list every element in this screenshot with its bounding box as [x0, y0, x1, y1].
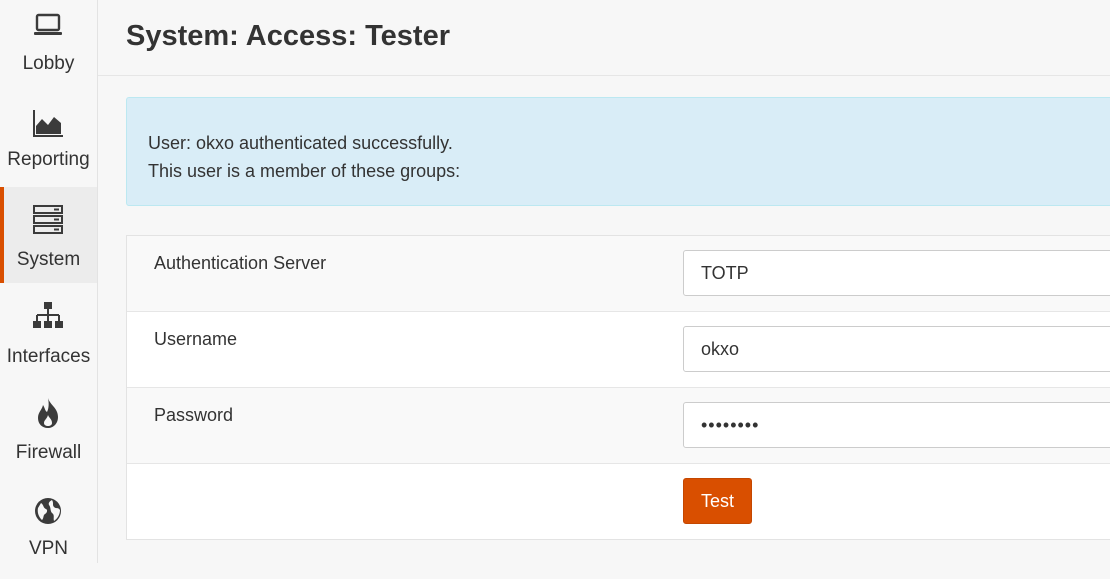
sidebar-item-firewall[interactable]: Firewall	[0, 386, 97, 482]
password-field[interactable]: ••••••••	[683, 402, 1110, 448]
form-row-server: Authentication Server TOTP	[127, 236, 1110, 312]
sidebar-item-lobby[interactable]: Lobby	[0, 0, 97, 96]
username-field[interactable]: okxo	[683, 326, 1110, 372]
success-alert: User: okxo authenticated successfully. T…	[126, 97, 1110, 206]
page-title: System: Access: Tester	[126, 20, 450, 52]
alert-groups-message: This user is a member of these groups:	[148, 161, 461, 181]
form-row-username: Username okxo	[127, 312, 1110, 388]
form-row-password: Password ••••••••	[127, 388, 1110, 464]
form-row-actions: Test	[127, 464, 1110, 540]
server-label: Authentication Server	[154, 253, 327, 273]
sidebar-item-label: VPN	[28, 538, 69, 559]
sidebar-item-interfaces[interactable]: Interfaces	[0, 290, 97, 386]
sidebar-item-label: Reporting	[7, 149, 90, 170]
tester-form: Authentication Server TOTP Username okxo…	[126, 235, 1110, 540]
username-label: Username	[154, 329, 238, 349]
sidebar-item-vpn[interactable]: VPN	[0, 483, 97, 579]
server-icon	[30, 203, 66, 239]
area-chart-icon	[30, 106, 66, 142]
sitemap-icon	[30, 300, 66, 336]
globe-icon	[30, 493, 66, 529]
sidebar-item-label: System	[16, 249, 81, 270]
server-select[interactable]: TOTP	[683, 250, 1110, 296]
test-button[interactable]: Test	[683, 478, 752, 524]
alert-message: User: okxo authenticated successfully.	[148, 133, 453, 153]
title-bar: System: Access: Tester	[98, 0, 1110, 76]
main-content: System: Access: Tester User: okxo authen…	[98, 0, 1110, 563]
sidebar-item-label: Firewall	[15, 442, 82, 463]
password-label: Password	[154, 405, 234, 425]
fire-icon	[30, 396, 66, 432]
sidebar-item-label: Lobby	[22, 53, 75, 74]
sidebar: Lobby Reporting System Interfaces Firewa…	[0, 0, 98, 563]
sidebar-item-label: Interfaces	[6, 346, 91, 367]
laptop-icon	[30, 10, 66, 46]
sidebar-item-reporting[interactable]: Reporting	[0, 96, 97, 192]
sidebar-item-system[interactable]: System	[0, 187, 97, 283]
